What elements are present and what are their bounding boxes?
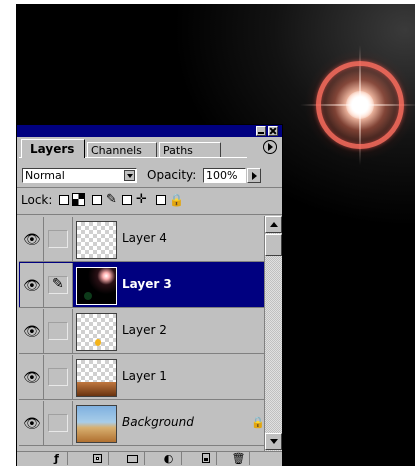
- palette-bottom-toolbar: ƒ ◐ 🗑: [17, 451, 282, 466]
- link-box: [48, 368, 68, 386]
- layer-name: Layer 3: [122, 277, 172, 291]
- tab-layers[interactable]: Layers: [21, 139, 85, 158]
- opacity-label: Opacity:: [147, 168, 197, 182]
- lock-all-checkbox[interactable]: [156, 195, 166, 205]
- lock-label: Lock:: [21, 193, 53, 207]
- layer-thumbnail: [76, 359, 117, 397]
- layer-thumbnail: [75, 266, 118, 306]
- lock-position-checkbox[interactable]: [122, 195, 132, 205]
- lock-image-checkbox[interactable]: [92, 195, 102, 205]
- new-layer-set-button[interactable]: [121, 452, 145, 465]
- tab-channels[interactable]: Channels: [87, 142, 157, 157]
- layer-style-icon: ƒ: [54, 452, 59, 465]
- eye-icon: 👁: [23, 370, 41, 386]
- layer-row[interactable]: 👁 Layer 2: [19, 308, 264, 354]
- layer-row[interactable]: 👁 Layer 4: [19, 216, 264, 262]
- eye-icon: 👁: [23, 232, 41, 248]
- layer-name: Layer 1: [122, 369, 167, 383]
- link-toggle[interactable]: [44, 355, 73, 399]
- opacity-slider-button[interactable]: [247, 168, 261, 183]
- eye-icon: 👁: [23, 416, 41, 432]
- scroll-up-button[interactable]: [265, 216, 282, 233]
- link-box: [48, 230, 68, 248]
- scroll-thumb[interactable]: [265, 234, 282, 256]
- layer-row[interactable]: 👁 Background 🔒: [19, 400, 264, 446]
- mask-icon: [93, 454, 102, 463]
- eye-icon: 👁: [23, 278, 41, 294]
- link-toggle[interactable]: [44, 309, 73, 353]
- adjustment-layer-button[interactable]: ◐: [156, 452, 182, 465]
- lens-flare-core: [346, 91, 374, 119]
- layer-name: Layer 4: [122, 231, 167, 245]
- opacity-field[interactable]: 100%: [203, 168, 246, 183]
- layers-list: 👁 Layer 4 👁 ✎ Layer 3 👁 Layer 2 👁 Layer …: [19, 216, 264, 451]
- lock-icon: 🔒: [251, 416, 264, 429]
- visibility-toggle[interactable]: 👁: [20, 401, 44, 445]
- trash-icon: 🗑: [231, 452, 246, 465]
- scroll-down-button[interactable]: [265, 433, 282, 450]
- move-icon: ✛: [136, 192, 147, 207]
- layer-options-row: Normal Opacity: 100%: [17, 159, 282, 188]
- transparency-icon: [72, 193, 85, 206]
- visibility-toggle[interactable]: 👁: [20, 263, 44, 307]
- palette-title-bar[interactable]: [17, 125, 282, 137]
- visibility-toggle[interactable]: 👁: [20, 309, 44, 353]
- layer-row[interactable]: 👁 Layer 1: [19, 354, 264, 400]
- blend-mode-select[interactable]: Normal: [22, 168, 137, 183]
- visibility-toggle[interactable]: 👁: [20, 355, 44, 399]
- canvas-edge: [0, 0, 415, 4]
- chevron-down-icon[interactable]: [124, 170, 135, 181]
- layer-thumbnail: [76, 405, 117, 443]
- brush-icon: ✎: [52, 276, 64, 292]
- new-layer-icon: [201, 453, 210, 463]
- eye-icon: 👁: [23, 324, 41, 340]
- layers-scrollbar[interactable]: [264, 216, 282, 451]
- layer-thumbnail: [76, 313, 117, 351]
- folder-icon: [127, 455, 138, 463]
- link-box: [48, 414, 68, 432]
- layers-palette: Channels Paths Layers Normal Opacity: 10…: [16, 124, 283, 466]
- add-mask-button[interactable]: [87, 452, 109, 465]
- lock-icon: 🔒: [169, 193, 184, 207]
- layer-name: Background: [122, 415, 194, 429]
- new-layer-button[interactable]: [195, 452, 217, 465]
- visibility-toggle[interactable]: 👁: [20, 217, 44, 261]
- link-toggle[interactable]: [44, 401, 73, 445]
- palette-tabs: Channels Paths Layers: [17, 137, 282, 159]
- brush-icon: ✎: [106, 192, 117, 207]
- close-button[interactable]: [268, 126, 278, 136]
- layer-row-selected[interactable]: 👁 ✎ Layer 3: [19, 262, 264, 308]
- link-box: [48, 322, 68, 340]
- minimize-button[interactable]: [256, 126, 266, 136]
- palette-menu-button[interactable]: [263, 140, 277, 154]
- link-toggle[interactable]: ✎: [44, 263, 73, 307]
- lock-transparency-checkbox[interactable]: [59, 195, 69, 205]
- adjustment-icon: ◐: [163, 452, 174, 465]
- layer-name: Layer 2: [122, 323, 167, 337]
- layer-style-button[interactable]: ƒ: [46, 452, 68, 465]
- delete-layer-button[interactable]: 🗑: [228, 452, 250, 465]
- lock-row: Lock: ✎ ✛ 🔒: [17, 188, 282, 215]
- canvas-edge: [0, 0, 16, 466]
- tab-paths[interactable]: Paths: [159, 142, 221, 157]
- layer-thumbnail: [76, 221, 117, 259]
- link-toggle[interactable]: [44, 217, 73, 261]
- blend-mode-value: Normal: [25, 169, 65, 182]
